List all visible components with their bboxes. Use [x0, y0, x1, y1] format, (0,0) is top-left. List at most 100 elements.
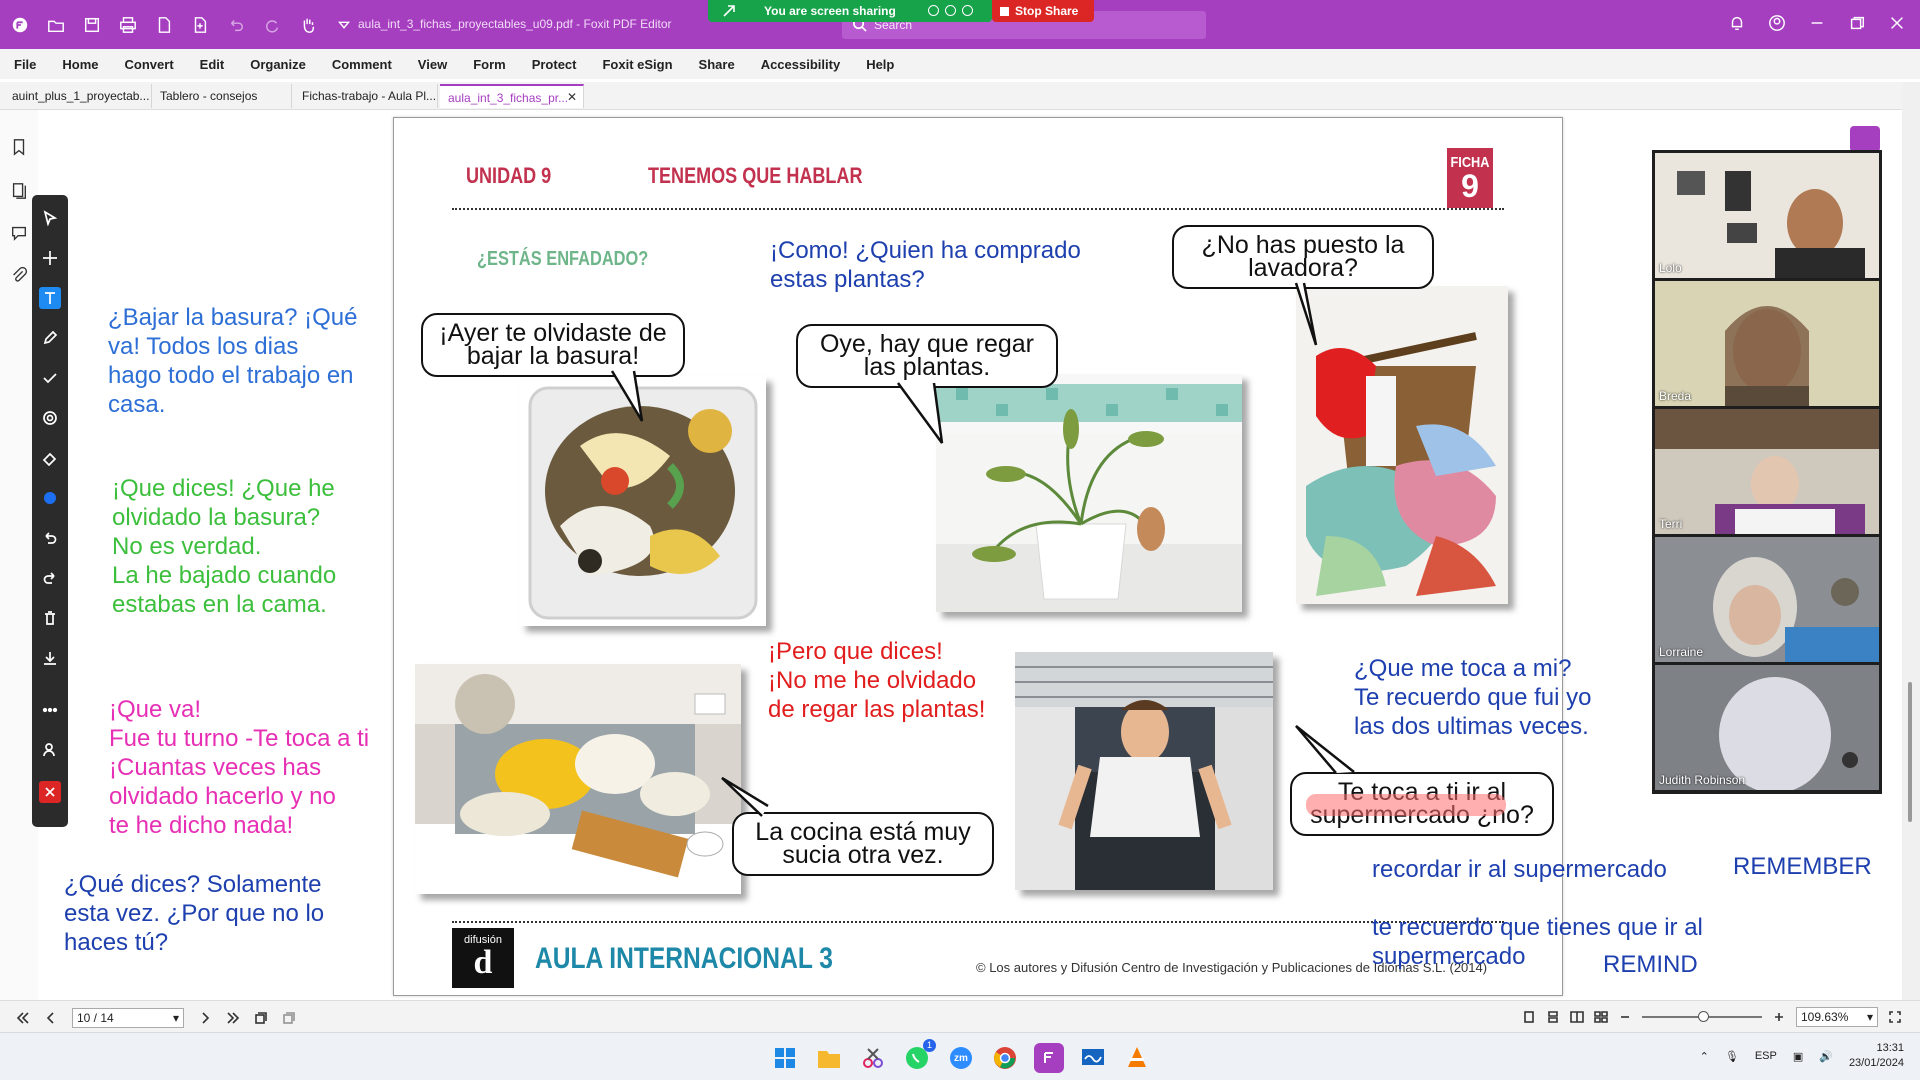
- close-tab-icon[interactable]: ✕: [567, 90, 577, 104]
- spotlight-icon[interactable]: [39, 407, 61, 429]
- security-shield-icon[interactable]: [962, 5, 973, 16]
- annotation-recordar[interactable]: recordar ir al supermercado: [1372, 855, 1667, 884]
- open-folder-icon[interactable]: [46, 15, 66, 35]
- compare-page-icon[interactable]: [282, 1011, 296, 1025]
- zoom-app-icon[interactable]: zm: [946, 1043, 976, 1073]
- save-annotation-icon[interactable]: [39, 647, 61, 669]
- snipping-tool-icon[interactable]: [858, 1043, 888, 1073]
- foxit-editor-icon[interactable]: [1034, 1043, 1064, 1073]
- minimize-icon[interactable]: [1808, 14, 1826, 32]
- save-icon[interactable]: [82, 15, 102, 35]
- tab-tablero-consejos[interactable]: Tablero - consejos: [152, 84, 292, 108]
- notification-bell-icon[interactable]: [1728, 14, 1746, 32]
- page-number-input[interactable]: 10 / 14 ▾: [72, 1008, 184, 1028]
- eraser-icon[interactable]: [39, 447, 61, 469]
- menu-protect[interactable]: Protect: [532, 57, 577, 72]
- participant-tile-lorraine[interactable]: Lorraine: [1655, 537, 1879, 662]
- bookmark-icon[interactable]: [10, 138, 30, 158]
- last-page-icon[interactable]: [226, 1011, 240, 1025]
- menu-edit[interactable]: Edit: [200, 57, 225, 72]
- pencil-icon[interactable]: [39, 327, 61, 349]
- close-annotation-icon[interactable]: [39, 781, 61, 803]
- windows-start-icon[interactable]: [770, 1043, 800, 1073]
- hand-tool-icon[interactable]: [298, 15, 318, 35]
- annotation-pero-que-dices[interactable]: ¡Pero que dices! ¡No me he olvidado de r…: [768, 637, 985, 724]
- annotation-remind[interactable]: REMIND: [1603, 950, 1698, 979]
- menu-home[interactable]: Home: [62, 57, 98, 72]
- gallery-settings-icon[interactable]: [1850, 126, 1880, 152]
- tab-fichas-trabajo[interactable]: Fichas-trabajo - Aula Pl...: [294, 84, 438, 108]
- menu-file[interactable]: File: [14, 57, 36, 72]
- new-document-icon[interactable]: [154, 15, 174, 35]
- audio-icon[interactable]: [928, 5, 939, 16]
- annotation-como-plantas[interactable]: ¡Como! ¿Quien ha comprado estas plantas?: [770, 236, 1081, 294]
- restore-icon[interactable]: [1848, 14, 1866, 32]
- annotator-name-icon[interactable]: [39, 739, 61, 761]
- move-icon[interactable]: [39, 247, 61, 269]
- clock[interactable]: 13:31 23/01/2024: [1849, 1041, 1904, 1071]
- file-explorer-icon[interactable]: [814, 1043, 844, 1073]
- undo-icon[interactable]: [226, 15, 246, 35]
- previous-page-icon[interactable]: [44, 1011, 58, 1025]
- pages-icon[interactable]: [10, 182, 30, 202]
- participant-tile-terri[interactable]: Terri: [1655, 409, 1879, 534]
- zoom-in-icon[interactable]: [1772, 1010, 1786, 1024]
- annotation-solamente[interactable]: ¿Qué dices? Solamente esta vez. ¿Por que…: [64, 870, 324, 957]
- single-page-view-icon[interactable]: [1522, 1010, 1536, 1024]
- annotation-que-me-toca[interactable]: ¿Que me toca a mi? Te recuerdo que fui y…: [1354, 654, 1591, 741]
- menu-help[interactable]: Help: [866, 57, 894, 72]
- menu-view[interactable]: View: [418, 57, 447, 72]
- redo-annotation-icon[interactable]: [39, 567, 61, 589]
- continuous-facing-icon[interactable]: [1594, 1010, 1608, 1024]
- microphone-icon[interactable]: 🎙: [1725, 1050, 1739, 1063]
- tray-expand-icon[interactable]: ⌃: [1700, 1050, 1709, 1063]
- continuous-view-icon[interactable]: [1546, 1010, 1560, 1024]
- next-page-icon[interactable]: [198, 1011, 212, 1025]
- annotation-que-dices[interactable]: ¡Que dices! ¿Que he olvidado la basura? …: [112, 474, 336, 619]
- stop-share-button[interactable]: Stop Share: [992, 0, 1094, 22]
- zoom-slider-knob[interactable]: [1698, 1011, 1709, 1022]
- print-icon[interactable]: [118, 15, 138, 35]
- menu-accessibility[interactable]: Accessibility: [761, 57, 841, 72]
- fullscreen-icon[interactable]: [1888, 1010, 1902, 1024]
- menu-foxit-esign[interactable]: Foxit eSign: [602, 57, 672, 72]
- facing-view-icon[interactable]: [1570, 1010, 1584, 1024]
- tab-aula-int-3[interactable]: aula_int_3_fichas_pr... ✕: [440, 84, 584, 108]
- zoom-input[interactable]: 109.63% ▾: [1796, 1007, 1878, 1027]
- customize-dropdown-icon[interactable]: [334, 15, 354, 35]
- scrollbar-thumb[interactable]: [1908, 682, 1912, 822]
- zoom-slider[interactable]: [1642, 1011, 1762, 1022]
- account-icon[interactable]: [1768, 14, 1786, 32]
- redo-icon[interactable]: [262, 15, 282, 35]
- annotate-icon[interactable]: [945, 5, 956, 16]
- menu-convert[interactable]: Convert: [125, 57, 174, 72]
- participant-tile-lolo[interactable]: Lolo: [1655, 153, 1879, 278]
- select-arrow-icon[interactable]: [39, 207, 61, 229]
- annotation-bajar-basura[interactable]: ¿Bajar la basura? ¡Qué va! Todos los dia…: [108, 303, 357, 419]
- whiteboard-icon[interactable]: [1078, 1043, 1108, 1073]
- undo-annotation-icon[interactable]: [39, 527, 61, 549]
- close-window-icon[interactable]: [1888, 14, 1906, 32]
- color-picker-icon[interactable]: [39, 487, 61, 509]
- annotation-que-va[interactable]: ¡Que va! Fue tu turno -Te toca a ti ¡Cua…: [109, 695, 369, 840]
- annotation-remember[interactable]: REMEMBER: [1733, 852, 1872, 881]
- menu-form[interactable]: Form: [473, 57, 506, 72]
- participant-tile-judith-robinson[interactable]: Judith Robinson: [1655, 665, 1879, 790]
- menu-comment[interactable]: Comment: [332, 57, 392, 72]
- export-icon[interactable]: [190, 15, 210, 35]
- attachment-icon[interactable]: [10, 266, 30, 286]
- first-page-icon[interactable]: [16, 1011, 30, 1025]
- trash-icon[interactable]: [39, 607, 61, 629]
- more-options-icon[interactable]: [39, 699, 61, 721]
- comments-icon[interactable]: [10, 224, 30, 244]
- tab-auint-plus[interactable]: auint_plus_1_proyectab...: [4, 84, 152, 108]
- volume-icon[interactable]: 🔊: [1819, 1050, 1833, 1063]
- vlc-icon[interactable]: [1122, 1043, 1152, 1073]
- whatsapp-icon[interactable]: 1: [902, 1039, 936, 1073]
- vertical-scrollbar[interactable]: [1902, 82, 1920, 1000]
- menu-organize[interactable]: Organize: [250, 57, 306, 72]
- checkmark-icon[interactable]: [39, 367, 61, 389]
- copy-page-icon[interactable]: [254, 1011, 268, 1025]
- language-indicator[interactable]: ESP: [1755, 1050, 1777, 1062]
- zoom-out-icon[interactable]: [1618, 1010, 1632, 1024]
